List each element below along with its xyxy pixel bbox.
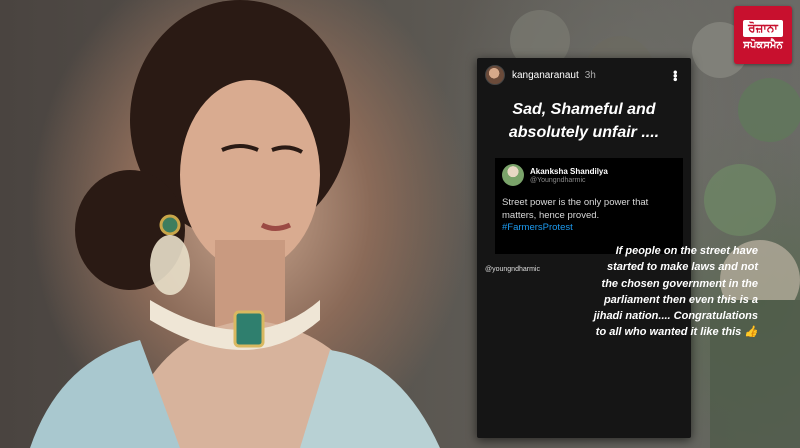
story-time: 3h xyxy=(584,69,596,81)
tweet-body: Street power is the only power that matt… xyxy=(502,197,649,221)
portrait-photo xyxy=(30,0,440,448)
story-headline: Sad, Shameful and absolutely unfair .... xyxy=(508,101,660,141)
more-vertical-icon[interactable]: ••• xyxy=(668,70,683,81)
tweet-hashtag[interactable]: #FarmersProtest xyxy=(502,222,676,233)
story-mention[interactable]: @youngndharmic xyxy=(485,266,540,273)
story-caption: If people on the street have started to … xyxy=(593,245,758,339)
logo-bottom-text: ਸਪੋਕਸਮੈਨ xyxy=(743,39,783,51)
brand-logo: ਰੋਜ਼ਾਨਾ ਸਪੋਕਸਮੈਨ xyxy=(734,6,792,64)
embedded-tweet[interactable]: Akanksha Shandilya @Youngndharmic Street… xyxy=(495,158,683,254)
tweet-avatar xyxy=(502,164,524,186)
tweet-author-name: Akanksha Shandilya xyxy=(530,166,608,176)
logo-top-text: ਰੋਜ਼ਾਨਾ xyxy=(743,19,783,37)
story-header: kanganaranaut 3h ••• xyxy=(477,58,691,92)
tweet-header: Akanksha Shandilya @Youngndharmic xyxy=(502,164,676,186)
avatar[interactable] xyxy=(485,65,505,85)
story-username[interactable]: kanganaranaut xyxy=(512,70,579,81)
tweet-author-handle: @Youngndharmic xyxy=(530,176,586,184)
